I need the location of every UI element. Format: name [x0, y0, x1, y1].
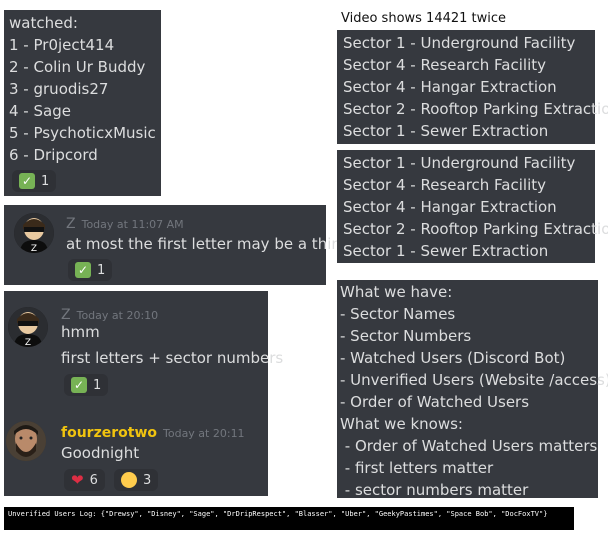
- watched-item: 5 - PsychoticxMusic: [9, 124, 156, 142]
- summary-heading: What we have:: [340, 283, 453, 301]
- reaction-count: 1: [41, 173, 50, 189]
- sector-item: Sector 4 - Research Facility: [343, 56, 547, 74]
- sector-item: Sector 4 - Hangar Extraction: [343, 198, 557, 216]
- watched-item: 4 - Sage: [9, 102, 71, 120]
- summary-item: - first letters matter: [340, 459, 494, 477]
- check-mark-icon: ✓: [75, 262, 91, 278]
- reaction-count: 1: [93, 377, 102, 393]
- watched-item: 2 - Colin Ur Buddy: [9, 58, 146, 76]
- reaction-count: 3: [143, 472, 152, 488]
- video-note: Video shows 14421 twice: [341, 11, 507, 26]
- username[interactable]: fourzerotwo: [61, 425, 157, 441]
- summary-item: - Order of Watched Users matters: [340, 437, 598, 455]
- username[interactable]: Z: [66, 216, 76, 232]
- heart-icon: ❤: [71, 471, 84, 489]
- sector-list: Sector 1 - Underground Facility Sector 4…: [337, 150, 608, 263]
- avatar[interactable]: Z: [14, 213, 54, 253]
- summary-item: - Sector Numbers: [340, 327, 472, 345]
- message-text: hmm: [61, 323, 100, 341]
- check-reaction[interactable]: ✓ 1: [68, 259, 113, 281]
- sector-item: Sector 1 - Sewer Extraction: [343, 242, 549, 260]
- watched-title: watched:: [9, 14, 78, 32]
- summary-item: - sector numbers matter: [340, 481, 529, 499]
- message-panel: Z Z Today at 20:10 hmm first letters + se…: [4, 291, 283, 496]
- message-panel: Z Z Today at 11:07 AM at most the first l…: [4, 205, 350, 285]
- summary-item: - Unverified Users (Website /access): [340, 371, 608, 389]
- heart-reaction[interactable]: ❤ 6: [64, 469, 105, 491]
- sector-item: Sector 2 - Rooftop Parking Extraction: [343, 220, 608, 238]
- sector-item: Sector 1 - Underground Facility: [343, 34, 576, 52]
- masked-avatar-icon: Z: [8, 307, 48, 347]
- avatar[interactable]: Z: [8, 307, 48, 347]
- message-header: fourzerotwo Today at 20:11: [61, 422, 245, 441]
- timestamp: Today at 20:11: [163, 427, 245, 440]
- watched-item: 6 - Dripcord: [9, 146, 98, 164]
- check-mark-icon: ✓: [71, 377, 87, 393]
- message-text: at most the first letter may be a thing: [66, 235, 351, 253]
- summary-item: - Watched Users (Discord Bot): [340, 349, 566, 367]
- svg-text:Z: Z: [25, 338, 31, 347]
- summary-item: - Order of Watched Users: [340, 393, 530, 411]
- summary-item: - Sector Names: [340, 305, 456, 323]
- reaction-count: 1: [97, 262, 106, 278]
- summary-heading: What we knows:: [340, 415, 463, 433]
- message-text: first letters + sector numbers: [61, 349, 284, 367]
- watched-panel: watched: 1 - Pr0ject414 2 - Colin Ur Bud…: [4, 10, 161, 196]
- sleepy-face-reaction[interactable]: 3: [114, 469, 159, 491]
- check-reaction[interactable]: ✓ 1: [12, 170, 57, 192]
- masked-avatar-icon: Z: [14, 213, 54, 253]
- check-reaction[interactable]: ✓ 1: [64, 374, 109, 396]
- sector-list: Sector 1 - Underground Facility Sector 4…: [337, 30, 608, 144]
- sector-item: Sector 1 - Underground Facility: [343, 154, 576, 172]
- unverified-users-log: Unverified Users Log: {"Drewsy", "Disney…: [4, 507, 574, 530]
- sleepy-face-icon: [121, 472, 137, 488]
- check-mark-icon: ✓: [19, 173, 35, 189]
- sector-item: Sector 1 - Sewer Extraction: [343, 122, 549, 140]
- bearded-man-avatar-icon: [6, 421, 46, 461]
- sector-item: Sector 4 - Research Facility: [343, 176, 547, 194]
- timestamp: Today at 11:07 AM: [81, 218, 184, 231]
- reaction-count: 6: [89, 472, 98, 488]
- avatar[interactable]: [6, 421, 46, 461]
- watched-item: 3 - gruodis27: [9, 80, 109, 98]
- message-text: Goodnight: [61, 444, 140, 462]
- watched-item: 1 - Pr0ject414: [9, 36, 115, 54]
- summary-box: What we have: - Sector Names - Sector Nu…: [337, 280, 608, 499]
- sector-item: Sector 2 - Rooftop Parking Extraction: [343, 100, 608, 118]
- message-header: Z Today at 11:07 AM: [66, 213, 184, 232]
- svg-text:Z: Z: [31, 244, 37, 253]
- sector-item: Sector 4 - Hangar Extraction: [343, 78, 557, 96]
